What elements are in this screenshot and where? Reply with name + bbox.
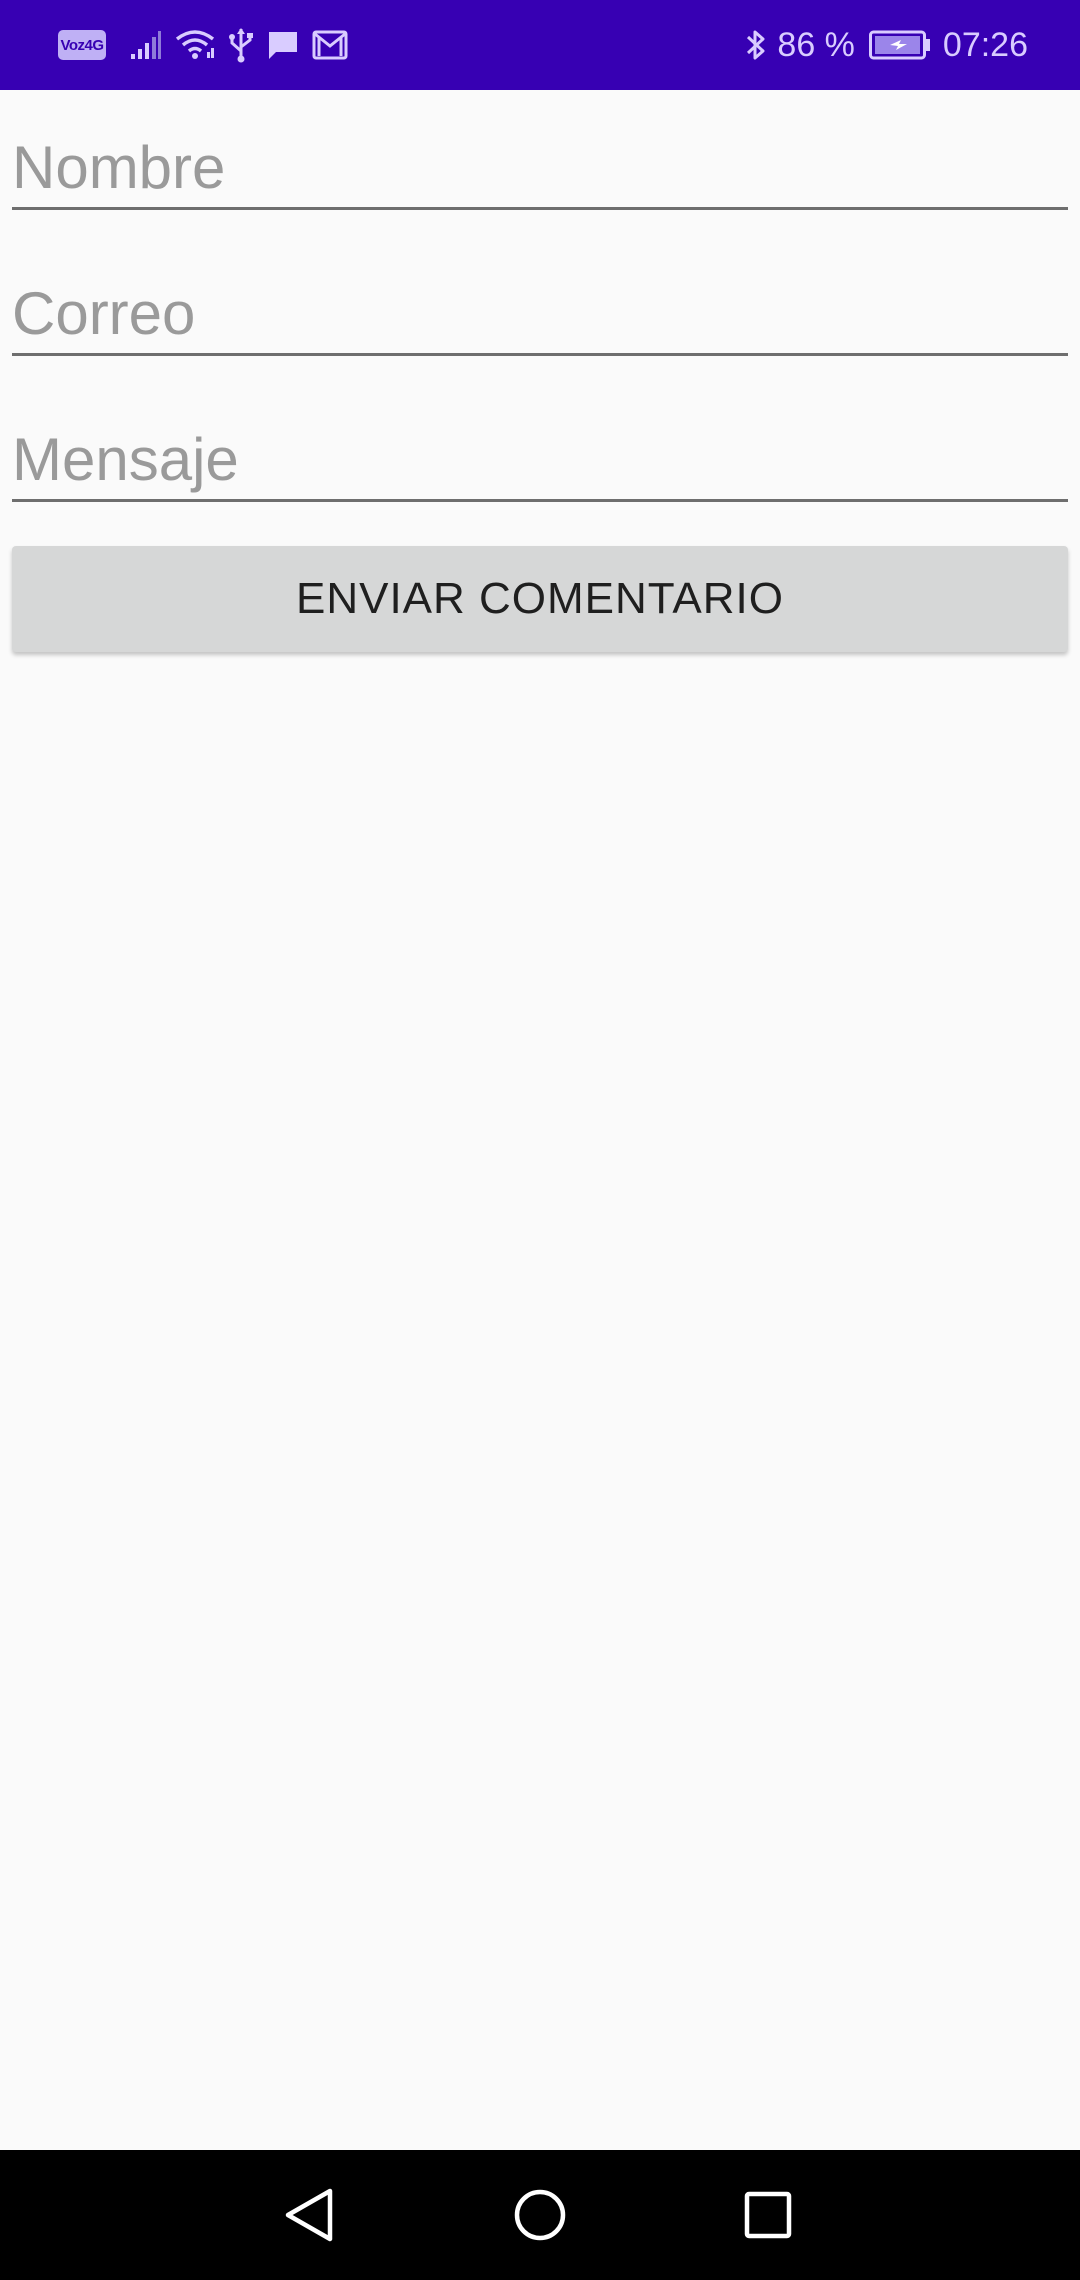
- name-field-container: [12, 90, 1068, 236]
- send-comment-button[interactable]: ENVIAR COMENTARIO: [12, 546, 1068, 652]
- battery-percent: 86 %: [777, 26, 855, 64]
- battery-charging-icon: [868, 30, 931, 60]
- volte-badge: Voz4G: [58, 30, 106, 60]
- app-screen: Voz4G 86 % 07:26 Nombre Correo Mensaje E…: [0, 0, 1080, 2280]
- recents-button[interactable]: [733, 2180, 803, 2250]
- back-icon: [285, 2188, 333, 2242]
- navigation-bar: [0, 2150, 1080, 2280]
- email-input[interactable]: [12, 236, 1068, 356]
- message-icon: [266, 29, 300, 61]
- comment-form: ENVIAR COMENTARIO: [12, 90, 1068, 652]
- clock: 07:26: [942, 26, 1028, 64]
- bluetooth-icon: [745, 27, 767, 63]
- home-icon: [514, 2189, 566, 2241]
- back-button[interactable]: [273, 2180, 343, 2250]
- email-field-container: [12, 236, 1068, 382]
- status-bar-left: Voz4G: [58, 0, 360, 90]
- message-field-container: [12, 382, 1068, 528]
- status-bar: Voz4G 86 % 07:26: [0, 0, 1080, 90]
- name-input[interactable]: [12, 90, 1068, 210]
- wifi-icon: [174, 28, 216, 62]
- status-bar-right: 86 % 07:26: [745, 0, 1028, 90]
- signal-icon: [130, 30, 162, 60]
- usb-icon: [228, 27, 254, 63]
- home-button[interactable]: [505, 2180, 575, 2250]
- gmail-icon: [312, 29, 348, 61]
- recents-icon: [744, 2191, 792, 2239]
- message-input[interactable]: [12, 382, 1068, 502]
